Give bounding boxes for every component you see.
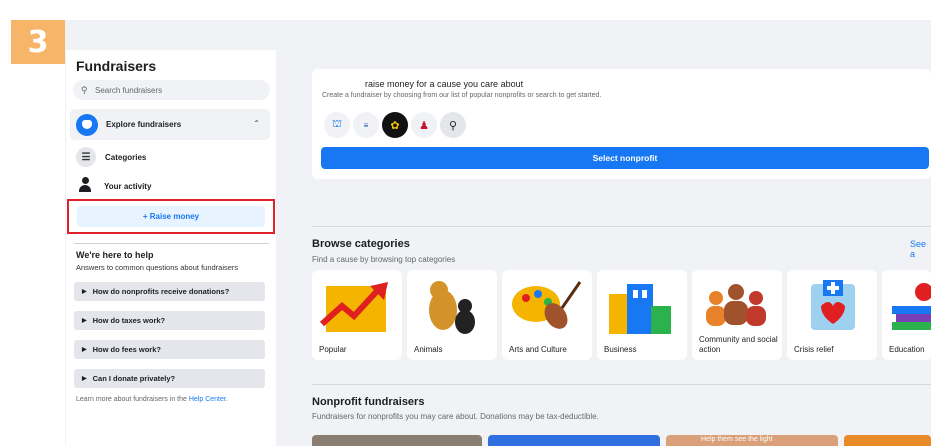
faq-item[interactable]: ▶ How do fees work? [74, 340, 265, 359]
nonprofit-logo[interactable]: ⛫ [324, 112, 350, 138]
nonprofit-subheading: Fundraisers for nonprofits you may care … [312, 412, 599, 421]
sidebar: Fundraisers ⚲ Search fundraisers Explore… [66, 50, 276, 446]
help-center-link[interactable]: Help Center [189, 396, 226, 403]
nonprofit-logo[interactable]: ♟ [411, 112, 437, 138]
faq-label: How do fees work? [92, 345, 161, 354]
browse-heading: Browse categories [312, 238, 410, 250]
help-heading: We're here to help [76, 250, 154, 260]
chevron-up-icon[interactable]: ⌃ [253, 119, 260, 128]
search-icon[interactable]: ⚲ [440, 112, 466, 138]
buildings-icon [609, 284, 671, 334]
divider [74, 243, 269, 244]
sidebar-item-activity[interactable]: Your activity [76, 177, 151, 195]
divider [312, 226, 931, 227]
books-apple-icon [892, 283, 931, 330]
category-label: Animals [414, 345, 443, 354]
category-label: Arts and Culture [509, 345, 567, 354]
browse-subheading: Find a cause by browsing top categories [312, 255, 456, 264]
fundraiser-thumbnail[interactable]: Help them see the light [666, 435, 838, 446]
learn-more-text: Learn more about fundraisers in the Help… [76, 396, 228, 403]
category-label: Education [889, 345, 925, 354]
category-label: Community and social action [699, 335, 778, 354]
category-card-business[interactable]: Business [597, 270, 687, 360]
nonprofit-logo[interactable]: ✿ [382, 112, 408, 138]
caret-right-icon: ▶ [82, 376, 87, 382]
category-card-animals[interactable]: Animals [407, 270, 497, 360]
select-nonprofit-button[interactable]: Select nonprofit [321, 147, 929, 169]
divider [312, 384, 931, 385]
thumbnail-caption: Help them see the light [701, 436, 773, 443]
faq-label: How do nonprofits receive donations? [92, 287, 230, 296]
people-group-icon [706, 284, 766, 326]
card-subtitle: Create a fundraiser by choosing from our… [322, 92, 602, 99]
sidebar-item-label: Explore fundraisers [106, 120, 182, 129]
step-number-badge: 3 [11, 20, 65, 64]
search-placeholder: Search fundraisers [95, 85, 163, 95]
caret-right-icon: ▶ [82, 289, 87, 295]
category-label: Crisis relief [794, 345, 834, 354]
sidebar-item-categories[interactable]: ☰ Categories [76, 147, 146, 167]
caret-right-icon: ▶ [82, 347, 87, 353]
dog-cat-icon [429, 281, 475, 334]
palette-violin-icon [512, 281, 582, 329]
nonprofit-logos: ⛫ ≡ ✿ ♟ ⚲ [324, 112, 466, 138]
faq-label: Can I donate privately? [92, 374, 176, 383]
learn-suffix: . [225, 396, 228, 403]
fundraiser-thumbnail[interactable] [844, 435, 931, 446]
sidebar-item-label: Categories [105, 152, 147, 162]
nonprofit-heading: Nonprofit fundraisers [312, 396, 425, 408]
category-card-arts[interactable]: Arts and Culture [502, 270, 592, 360]
nonprofit-logo[interactable]: ≡ [353, 112, 379, 138]
category-card-community[interactable]: Community and social action [692, 270, 782, 360]
category-label: Popular [319, 345, 347, 354]
list-icon: ☰ [76, 147, 96, 167]
learn-prefix: Learn more about fundraisers in the [76, 396, 187, 403]
sidebar-item-label: Your activity [104, 181, 152, 191]
first-aid-icon [811, 280, 855, 330]
category-card-crisis[interactable]: Crisis relief [787, 270, 877, 360]
faq-item[interactable]: ▶ Can I donate privately? [74, 369, 265, 388]
raise-money-button[interactable]: + Raise money [77, 206, 265, 227]
fundraiser-heart-icon [76, 113, 98, 136]
category-label: Business [604, 345, 637, 354]
sidebar-title: Fundraisers [76, 58, 157, 74]
help-subheading: Answers to common questions about fundra… [76, 263, 239, 272]
caret-right-icon: ▶ [82, 318, 87, 324]
raise-money-card: raise money for a cause you care about C… [312, 69, 931, 179]
search-input[interactable]: ⚲ Search fundraisers [73, 80, 270, 100]
fundraiser-thumbnail[interactable] [488, 435, 660, 446]
faq-item[interactable]: ▶ How do taxes work? [74, 311, 265, 330]
faq-item[interactable]: ▶ How do nonprofits receive donations? [74, 282, 265, 301]
person-icon [76, 177, 94, 195]
search-icon: ⚲ [81, 84, 88, 95]
trending-chart-icon [319, 282, 388, 332]
see-all-link[interactable]: See a [910, 239, 931, 259]
category-card-education[interactable]: Education [882, 270, 931, 360]
card-title: raise money for a cause you care about [365, 79, 524, 89]
sidebar-item-explore[interactable]: Explore fundraisers ⌃ [70, 109, 270, 140]
fundraiser-thumbnail[interactable] [312, 435, 482, 446]
faq-label: How do taxes work? [92, 316, 166, 325]
category-card-popular[interactable]: Popular [312, 270, 402, 360]
